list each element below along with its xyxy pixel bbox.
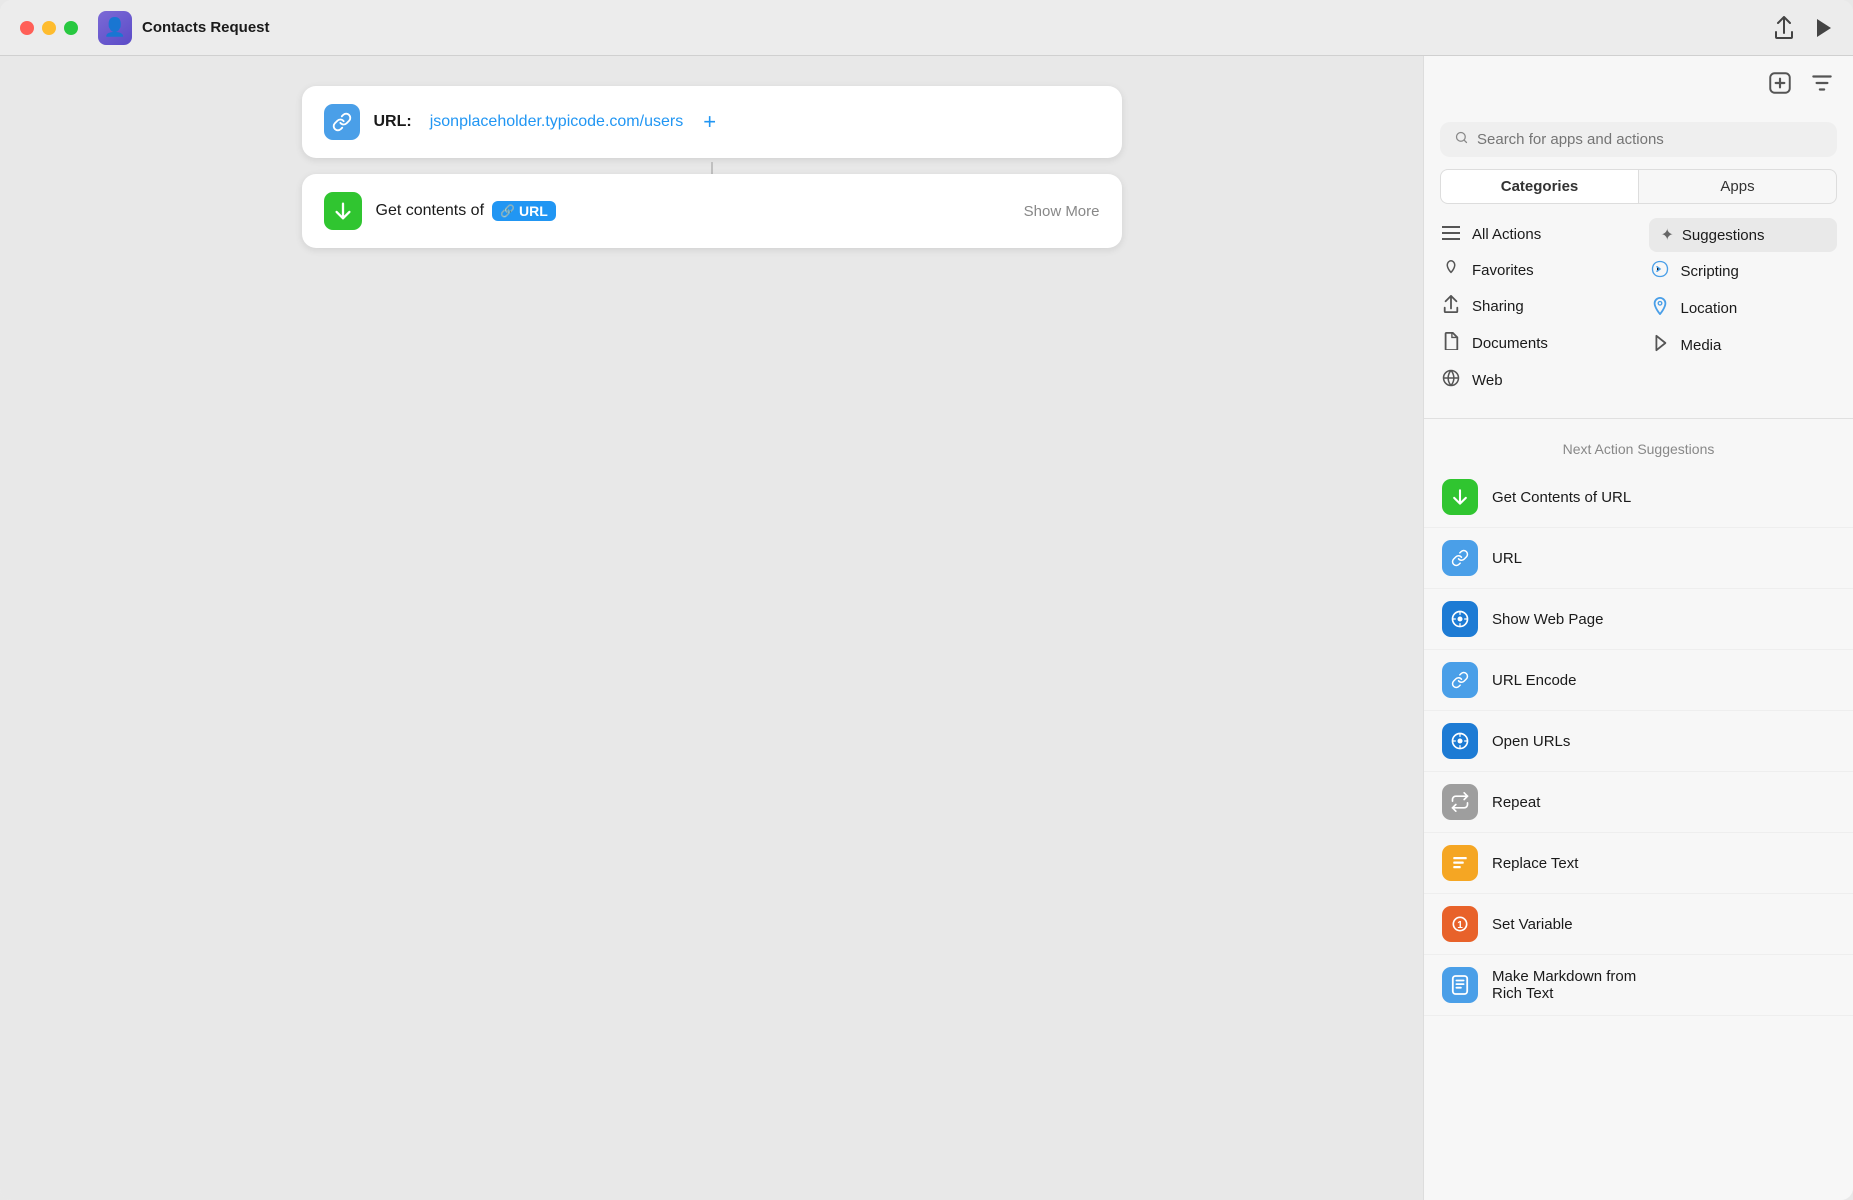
main-layout: URL: jsonplaceholder.typicode.com/users … (0, 56, 1853, 1200)
action-label: Get contents of (376, 202, 485, 220)
search-bar (1440, 122, 1837, 157)
location-label: Location (1681, 300, 1738, 317)
suggestion-get-contents-label: Get Contents of URL (1492, 489, 1631, 506)
play-button[interactable] (1815, 17, 1833, 39)
suggestion-repeat[interactable]: Repeat (1424, 772, 1853, 833)
action-card: Get contents of 🔗 URL Show More (302, 174, 1122, 248)
search-input[interactable] (1477, 131, 1823, 148)
filter-button[interactable] (1809, 70, 1835, 102)
suggestions-section: Next Action Suggestions Get Contents of … (1424, 425, 1853, 1200)
suggestion-set-variable[interactable]: 1 Set Variable (1424, 894, 1853, 955)
scripting-label: Scripting (1681, 263, 1739, 280)
scripting-icon (1649, 260, 1671, 283)
svg-text:1: 1 (1457, 920, 1463, 931)
suggestion-url-encode[interactable]: URL Encode (1424, 650, 1853, 711)
documents-icon (1440, 332, 1462, 355)
suggestions-header: Next Action Suggestions (1424, 425, 1853, 467)
suggestion-url[interactable]: URL (1424, 528, 1853, 589)
url-encode-icon (1442, 662, 1478, 698)
documents-label: Documents (1472, 335, 1548, 352)
repeat-icon (1442, 784, 1478, 820)
minimize-button[interactable] (42, 21, 56, 35)
action-card-icon (324, 192, 362, 230)
sharing-label: Sharing (1472, 298, 1524, 315)
url-card: URL: jsonplaceholder.typicode.com/users … (302, 86, 1122, 158)
show-more-button[interactable]: Show More (1024, 203, 1100, 220)
web-icon (1440, 369, 1462, 392)
sharing-icon (1440, 295, 1462, 318)
category-web[interactable]: Web (1440, 363, 1629, 398)
add-action-button[interactable] (1767, 70, 1793, 102)
favorites-icon (1440, 259, 1462, 281)
all-actions-label: All Actions (1472, 226, 1541, 243)
close-button[interactable] (20, 21, 34, 35)
app-icon-glyph: 👤 (104, 17, 126, 38)
category-tabs: Categories Apps (1440, 169, 1837, 204)
url-card-icon (324, 104, 360, 140)
url-label-text: URL: (374, 113, 412, 131)
open-urls-icon (1442, 723, 1478, 759)
url-add-button[interactable]: + (703, 109, 716, 135)
set-variable-icon: 1 (1442, 906, 1478, 942)
workflow-connector (711, 162, 713, 174)
titlebar-actions (1773, 16, 1833, 40)
suggestions-icon: ✦ (1661, 225, 1674, 245)
get-contents-icon (1442, 479, 1478, 515)
suggestion-open-urls[interactable]: Open URLs (1424, 711, 1853, 772)
url-icon (1442, 540, 1478, 576)
badge-link-icon: 🔗 (500, 204, 515, 218)
category-location[interactable]: Location (1649, 291, 1838, 326)
suggestion-open-urls-label: Open URLs (1492, 733, 1570, 750)
location-icon (1649, 297, 1671, 320)
window-title: Contacts Request (142, 19, 270, 36)
suggestion-repeat-label: Repeat (1492, 794, 1540, 811)
category-scripting[interactable]: Scripting (1649, 254, 1838, 289)
suggestion-set-variable-label: Set Variable (1492, 916, 1573, 933)
category-suggestions[interactable]: ✦ Suggestions (1649, 218, 1838, 252)
tab-categories[interactable]: Categories (1440, 169, 1638, 204)
share-button[interactable] (1773, 16, 1795, 40)
suggestion-replace-text[interactable]: Replace Text (1424, 833, 1853, 894)
suggestions-label: Suggestions (1682, 227, 1765, 244)
category-favorites[interactable]: Favorites (1440, 253, 1629, 287)
right-panel: Categories Apps All Actions (1423, 56, 1853, 1200)
action-text: Get contents of 🔗 URL (376, 201, 1010, 221)
badge-label: URL (519, 203, 548, 219)
all-actions-icon (1440, 224, 1462, 245)
media-icon (1649, 334, 1671, 357)
suggestion-replace-text-label: Replace Text (1492, 855, 1578, 872)
url-value-text[interactable]: jsonplaceholder.typicode.com/users (430, 113, 683, 131)
category-media[interactable]: Media (1649, 328, 1838, 363)
workflow-canvas: URL: jsonplaceholder.typicode.com/users … (0, 56, 1423, 1200)
search-icon (1454, 130, 1469, 149)
category-documents[interactable]: Documents (1440, 326, 1629, 361)
action-url-badge[interactable]: 🔗 URL (492, 201, 556, 221)
web-label: Web (1472, 372, 1503, 389)
maximize-button[interactable] (64, 21, 78, 35)
suggestion-make-markdown-label: Make Markdown from Rich Text (1492, 968, 1636, 1002)
suggestion-make-markdown[interactable]: Make Markdown from Rich Text (1424, 955, 1853, 1016)
titlebar: 👤 Contacts Request (0, 0, 1853, 56)
suggestion-url-encode-label: URL Encode (1492, 672, 1577, 689)
suggestion-show-web-page[interactable]: Show Web Page (1424, 589, 1853, 650)
favorites-label: Favorites (1472, 262, 1534, 279)
suggestion-show-web-page-label: Show Web Page (1492, 611, 1603, 628)
app-icon: 👤 (98, 11, 132, 45)
categories-grid: All Actions Favorites Shar (1440, 218, 1837, 398)
tab-apps[interactable]: Apps (1638, 169, 1837, 204)
category-sharing[interactable]: Sharing (1440, 289, 1629, 324)
suggestion-get-contents[interactable]: Get Contents of URL (1424, 467, 1853, 528)
main-window: 👤 Contacts Request (0, 0, 1853, 1200)
suggestion-url-label: URL (1492, 550, 1522, 567)
media-label: Media (1681, 337, 1722, 354)
window-controls (20, 21, 78, 35)
category-all-actions[interactable]: All Actions (1440, 218, 1629, 251)
panel-divider (1424, 418, 1853, 419)
replace-text-icon (1442, 845, 1478, 881)
categories-section: All Actions Favorites Shar (1424, 218, 1853, 412)
make-markdown-icon (1442, 967, 1478, 1003)
show-web-page-icon (1442, 601, 1478, 637)
